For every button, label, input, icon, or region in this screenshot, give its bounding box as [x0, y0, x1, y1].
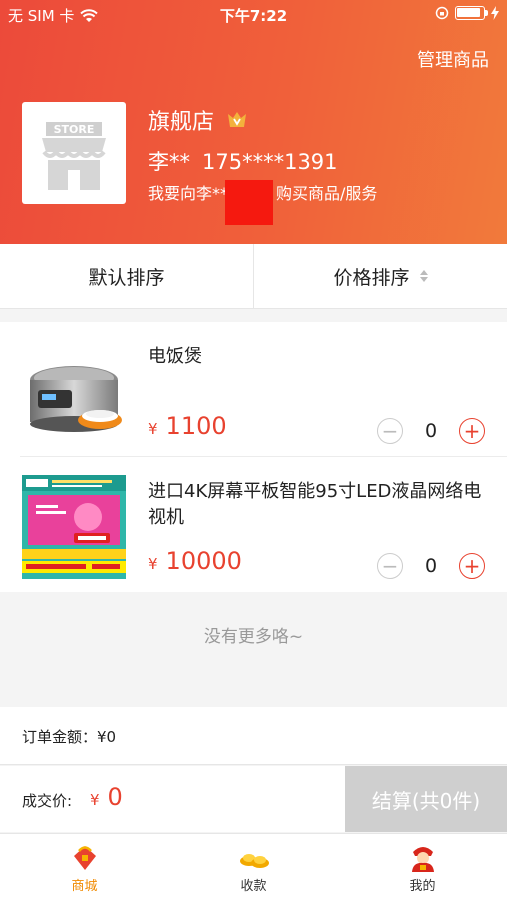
- product-name: 进口4K屏幕平板智能95寸LED液晶网络电视机: [148, 481, 482, 528]
- sort-default-label: 默认排序: [88, 266, 165, 289]
- sort-arrows-icon: [419, 270, 428, 282]
- shop-name-row: 旗舰店: [148, 104, 248, 136]
- shop-header: 无 SIM 卡 下午7:22 管理商品 STORE 旗舰店 李** 175***…: [0, 0, 507, 244]
- clock: 下午7:22: [219, 7, 288, 25]
- battery-level: [457, 8, 480, 17]
- product-name: 电饭煲: [148, 346, 202, 367]
- store-icon-text: STORE: [54, 123, 95, 136]
- gold-ingot-icon: [239, 854, 269, 868]
- tab-mall[interactable]: 商城: [0, 834, 169, 900]
- shop-name: 旗舰店: [148, 110, 215, 135]
- sort-bar: 默认排序 价格排序: [0, 244, 507, 309]
- vip-crown-icon: [228, 112, 247, 127]
- tv-image: [22, 475, 126, 579]
- product-price: ¥1100: [148, 412, 227, 440]
- status-icons: [435, 6, 499, 20]
- price-value: 1100: [165, 412, 227, 440]
- tab-mine[interactable]: 我的: [338, 834, 507, 900]
- quantity-value: 0: [424, 420, 438, 442]
- no-more-text: 没有更多咯~: [203, 627, 304, 647]
- store-icon: STORE: [42, 122, 106, 190]
- owner-phone: 175****1391: [202, 150, 338, 174]
- rice-cooker-image: [22, 340, 126, 444]
- product-item[interactable]: 电饭煲 ¥1100 − 0 +: [0, 322, 507, 457]
- tab-bar: 商城 收款 我的: [0, 833, 507, 900]
- deal-price-label: 成交价:: [22, 792, 73, 810]
- product-list: 电饭煲 ¥1100 − 0 + 进口4K屏幕平板智能95寸LED液晶网络电视机 …: [0, 322, 507, 592]
- manage-products-button[interactable]: 管理商品: [417, 46, 489, 72]
- deal-price: ¥0: [90, 783, 123, 811]
- currency-symbol: ¥: [90, 791, 100, 809]
- mall-icon: [73, 846, 96, 870]
- decrease-button[interactable]: −: [377, 418, 403, 444]
- increase-button[interactable]: +: [459, 553, 485, 579]
- profile-icon: [411, 847, 434, 872]
- orientation-lock-icon: [435, 6, 449, 20]
- quantity-stepper: − 0 +: [377, 553, 485, 579]
- deal-price-value: 0: [107, 783, 123, 811]
- order-amount-row: 订单金额：¥0: [0, 707, 507, 765]
- redaction-box: [225, 180, 273, 225]
- product-item[interactable]: 进口4K屏幕平板智能95寸LED液晶网络电视机 ¥10000 − 0 +: [0, 457, 507, 592]
- owner-name: 李**: [148, 150, 190, 174]
- checkout-button[interactable]: 结算(共0件): [345, 766, 507, 832]
- increase-button[interactable]: +: [459, 418, 485, 444]
- order-amount-label: 订单金额：¥0: [22, 728, 117, 746]
- tab-label: 我的: [409, 879, 436, 894]
- tab-label: 商城: [71, 879, 98, 894]
- tab-label: 收款: [240, 879, 267, 894]
- quantity-value: 0: [424, 555, 438, 577]
- charging-icon: [491, 6, 499, 20]
- currency-symbol: ¥: [148, 420, 158, 438]
- product-price: ¥10000: [148, 547, 242, 575]
- owner-info: 李** 175****1391: [148, 146, 338, 176]
- tab-receive[interactable]: 收款: [169, 834, 338, 900]
- checkout-row: 成交价: ¥0 结算(共0件): [0, 766, 507, 832]
- battery-icon: [455, 6, 488, 20]
- sort-default-button[interactable]: 默认排序: [0, 244, 253, 308]
- price-value: 10000: [165, 547, 242, 575]
- status-bar: 无 SIM 卡 下午7:22: [0, 0, 507, 28]
- sort-price-label: 价格排序: [333, 266, 410, 289]
- sort-price-button[interactable]: 价格排序: [253, 244, 507, 308]
- decrease-button[interactable]: −: [377, 553, 403, 579]
- currency-symbol: ¥: [148, 555, 158, 573]
- quantity-stepper: − 0 +: [377, 418, 485, 444]
- store-logo: STORE: [22, 102, 126, 204]
